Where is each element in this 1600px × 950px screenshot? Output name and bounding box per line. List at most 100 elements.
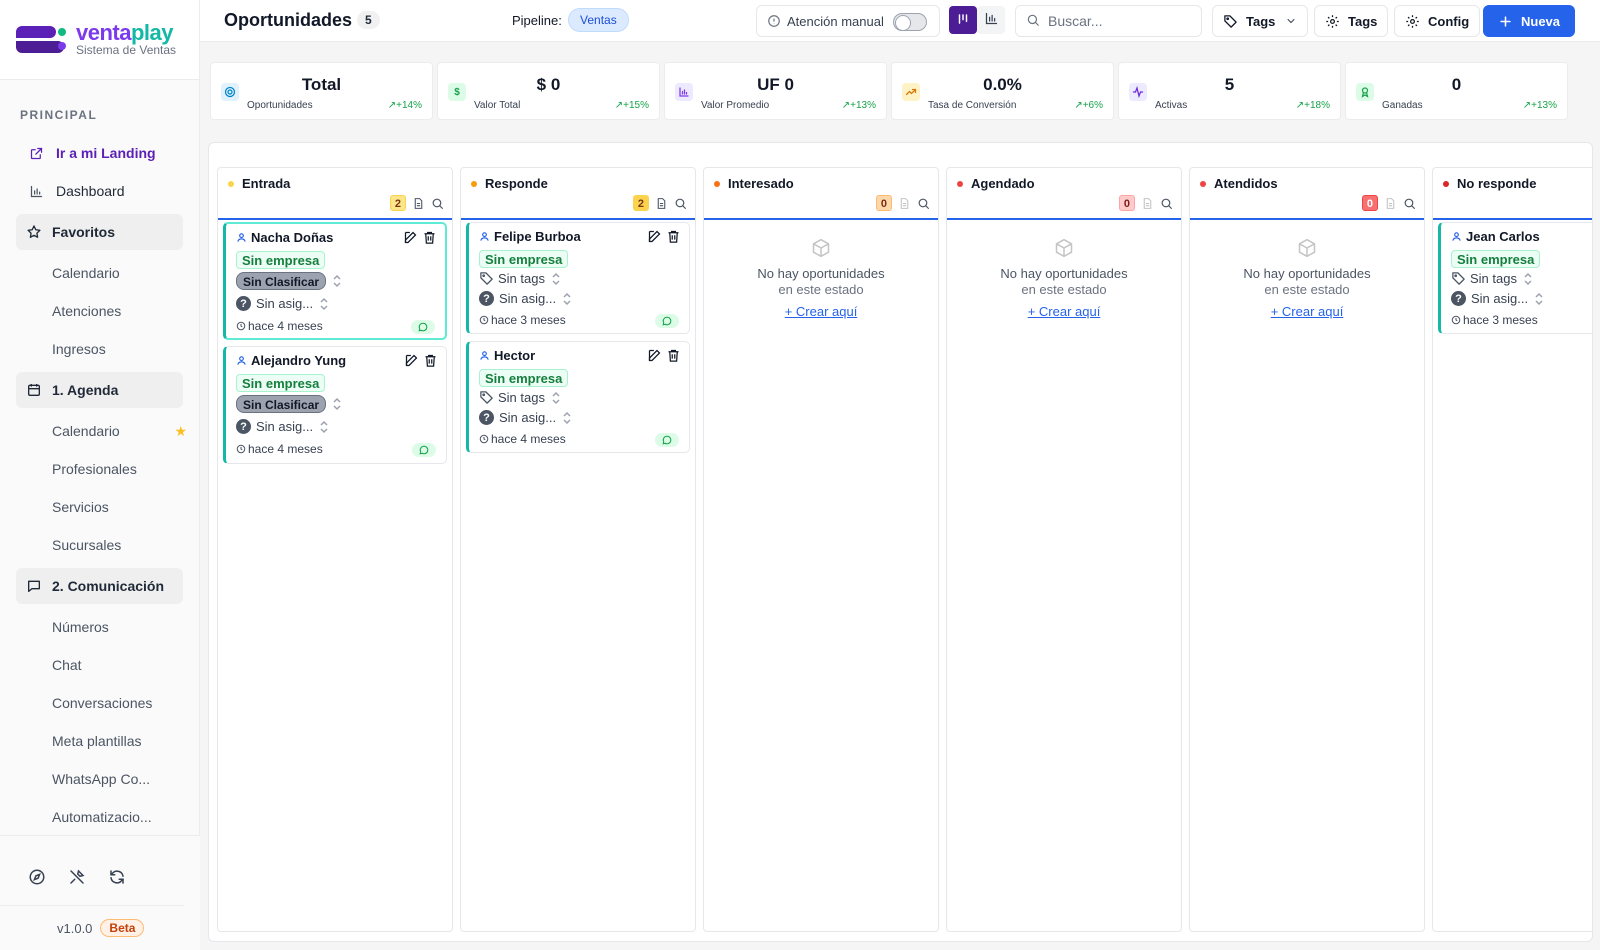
star-icon[interactable]: ★ <box>174 423 187 440</box>
search-icon[interactable] <box>1403 197 1416 210</box>
sidebar-item-conversaciones[interactable]: Conversaciones <box>0 684 199 722</box>
column-count-badge: 0 <box>875 195 892 211</box>
company-badge[interactable]: Sin empresa <box>236 374 326 392</box>
company-badge[interactable]: Sin empresa <box>236 251 326 269</box>
tags-label[interactable]: Sin tags <box>498 390 545 405</box>
sort-icon[interactable] <box>1534 292 1544 306</box>
edit-icon[interactable] <box>404 353 419 368</box>
opportunity-card[interactable]: Jean Carlos Sin empresa Sin tags ? Sin as… <box>1438 222 1592 334</box>
sidebar-item-chat[interactable]: Chat <box>0 646 199 684</box>
new-opportunity-button[interactable]: Nueva <box>1483 5 1576 37</box>
gear-icon <box>1325 14 1340 29</box>
company-badge[interactable]: Sin empresa <box>1451 250 1541 268</box>
sort-icon[interactable] <box>551 391 561 405</box>
company-badge[interactable]: Sin empresa <box>479 369 569 387</box>
card-name: Alejandro Yung <box>251 353 347 368</box>
sort-icon[interactable] <box>332 274 342 288</box>
sidebar-item-numeros[interactable]: Números <box>0 608 199 646</box>
sidebar-item-profesionales[interactable]: Profesionales <box>0 450 199 488</box>
sidebar-item-whatsapp[interactable]: WhatsApp Co... <box>0 760 199 798</box>
config-button[interactable]: Config <box>1394 5 1481 37</box>
sidebar-item-sucursales[interactable]: Sucursales <box>0 526 199 564</box>
kanban-view-button[interactable] <box>949 6 977 34</box>
sidebar-group-agenda[interactable]: 1. Agenda <box>16 372 183 408</box>
sidebar-item-calendario[interactable]: Calendario ★ <box>0 412 199 450</box>
trash-icon[interactable] <box>666 348 681 363</box>
classification-badge[interactable]: Sin Clasificar <box>236 395 327 413</box>
sidebar-item-meta-plantillas[interactable]: Meta plantillas <box>0 722 199 760</box>
sidebar-item-fav-calendario[interactable]: Calendario <box>0 254 199 292</box>
sort-icon[interactable] <box>551 272 561 286</box>
assignee-label[interactable]: Sin asig... <box>256 296 313 311</box>
opportunity-card[interactable]: Alejandro Yung Sin empresa Sin Clasifica… <box>223 346 447 464</box>
trash-icon[interactable] <box>666 229 681 244</box>
opportunity-card[interactable]: Hector Sin empresa Sin tags ? Sin asig...… <box>466 341 690 453</box>
card-time: hace 3 meses <box>491 313 566 327</box>
classification-badge[interactable]: Sin Clasificar <box>236 272 327 290</box>
document-icon[interactable] <box>655 197 668 210</box>
company-badge[interactable]: Sin empresa <box>479 250 569 268</box>
assignee-label[interactable]: Sin asig... <box>499 291 556 306</box>
tags-label[interactable]: Sin tags <box>1470 271 1517 286</box>
search-icon[interactable] <box>1160 197 1173 210</box>
sort-icon[interactable] <box>319 420 329 434</box>
manage-tags-button[interactable]: Tags <box>1314 5 1389 37</box>
assignee-label[interactable]: Sin asig... <box>1471 291 1528 306</box>
sidebar-group-comunicacion[interactable]: 2. Comunicación <box>16 568 183 604</box>
sidebar-item-dashboard[interactable]: Dashboard <box>0 172 199 210</box>
search-icon[interactable] <box>431 197 444 210</box>
search-input[interactable] <box>1048 13 1188 29</box>
card-time: hace 4 meses <box>248 442 323 456</box>
sidebar-item-landing[interactable]: Ir a mi Landing <box>0 134 199 172</box>
assignee-label[interactable]: Sin asig... <box>256 419 313 434</box>
sort-icon[interactable] <box>562 292 572 306</box>
sidebar-footer: v1.0.0 Beta <box>0 835 200 950</box>
assignee-label[interactable]: Sin asig... <box>499 410 556 425</box>
tools-icon[interactable] <box>68 868 86 886</box>
chart-view-button[interactable] <box>977 6 1005 34</box>
manual-attention-toggle[interactable] <box>893 13 927 31</box>
sidebar-item-fav-ingresos[interactable]: Ingresos <box>0 330 199 368</box>
edit-icon[interactable] <box>647 348 662 363</box>
whatsapp-chat-icon[interactable] <box>655 433 679 447</box>
tags-label[interactable]: Sin tags <box>498 271 545 286</box>
sidebar-item-servicios[interactable]: Servicios <box>0 488 199 526</box>
sort-icon[interactable] <box>319 297 329 311</box>
document-icon[interactable] <box>412 197 425 210</box>
sort-icon[interactable] <box>562 411 572 425</box>
refresh-icon[interactable] <box>108 868 126 886</box>
sort-icon[interactable] <box>332 397 342 411</box>
stat-value: $ 0 <box>536 75 561 94</box>
document-icon[interactable] <box>1384 197 1397 210</box>
sidebar-item-fav-atenciones[interactable]: Atenciones <box>0 292 199 330</box>
sort-icon[interactable] <box>1523 272 1533 286</box>
kanban-column-responde: Responde 2 Felipe Burboa Sin empresa Sin… <box>460 167 696 932</box>
opportunity-card[interactable]: Nacha Doñas Sin empresa Sin Clasificar ?… <box>223 222 447 340</box>
whatsapp-chat-icon[interactable] <box>412 443 436 457</box>
search-icon[interactable] <box>917 197 930 210</box>
create-here-link[interactable]: + Crear aquí <box>1271 304 1344 319</box>
create-here-link[interactable]: + Crear aquí <box>785 304 858 319</box>
create-here-link[interactable]: + Crear aquí <box>1028 304 1101 319</box>
sidebar: ventaplay Sistema de Ventas PRINCIPAL Ir… <box>0 0 200 950</box>
sidebar-group-favoritos[interactable]: Favoritos <box>16 214 183 250</box>
compass-icon[interactable] <box>28 868 46 886</box>
card-time: hace 3 meses <box>1463 313 1538 327</box>
pipeline-selector[interactable]: Ventas <box>568 8 629 32</box>
sidebar-item-automatizacion[interactable]: Automatizacio... <box>0 798 199 836</box>
edit-icon[interactable] <box>403 230 418 245</box>
opportunity-card[interactable]: Felipe Burboa Sin empresa Sin tags ? Sin … <box>466 222 690 334</box>
trash-icon[interactable] <box>423 353 438 368</box>
brand-logo[interactable]: ventaplay Sistema de Ventas <box>0 0 199 80</box>
search-icon[interactable] <box>674 197 687 210</box>
whatsapp-chat-icon[interactable] <box>655 314 679 328</box>
document-icon[interactable] <box>898 197 911 210</box>
document-icon[interactable] <box>1141 197 1154 210</box>
status-dot <box>471 180 477 187</box>
trash-icon[interactable] <box>422 230 437 245</box>
tags-filter-dropdown[interactable]: Tags <box>1212 5 1309 37</box>
edit-icon[interactable] <box>647 229 662 244</box>
whatsapp-chat-icon[interactable] <box>411 320 435 334</box>
kanban-column-no-responde: No responde Jean Carlos Sin empresa Sin … <box>1432 167 1592 932</box>
sidebar-group-label: 1. Agenda <box>52 382 119 398</box>
